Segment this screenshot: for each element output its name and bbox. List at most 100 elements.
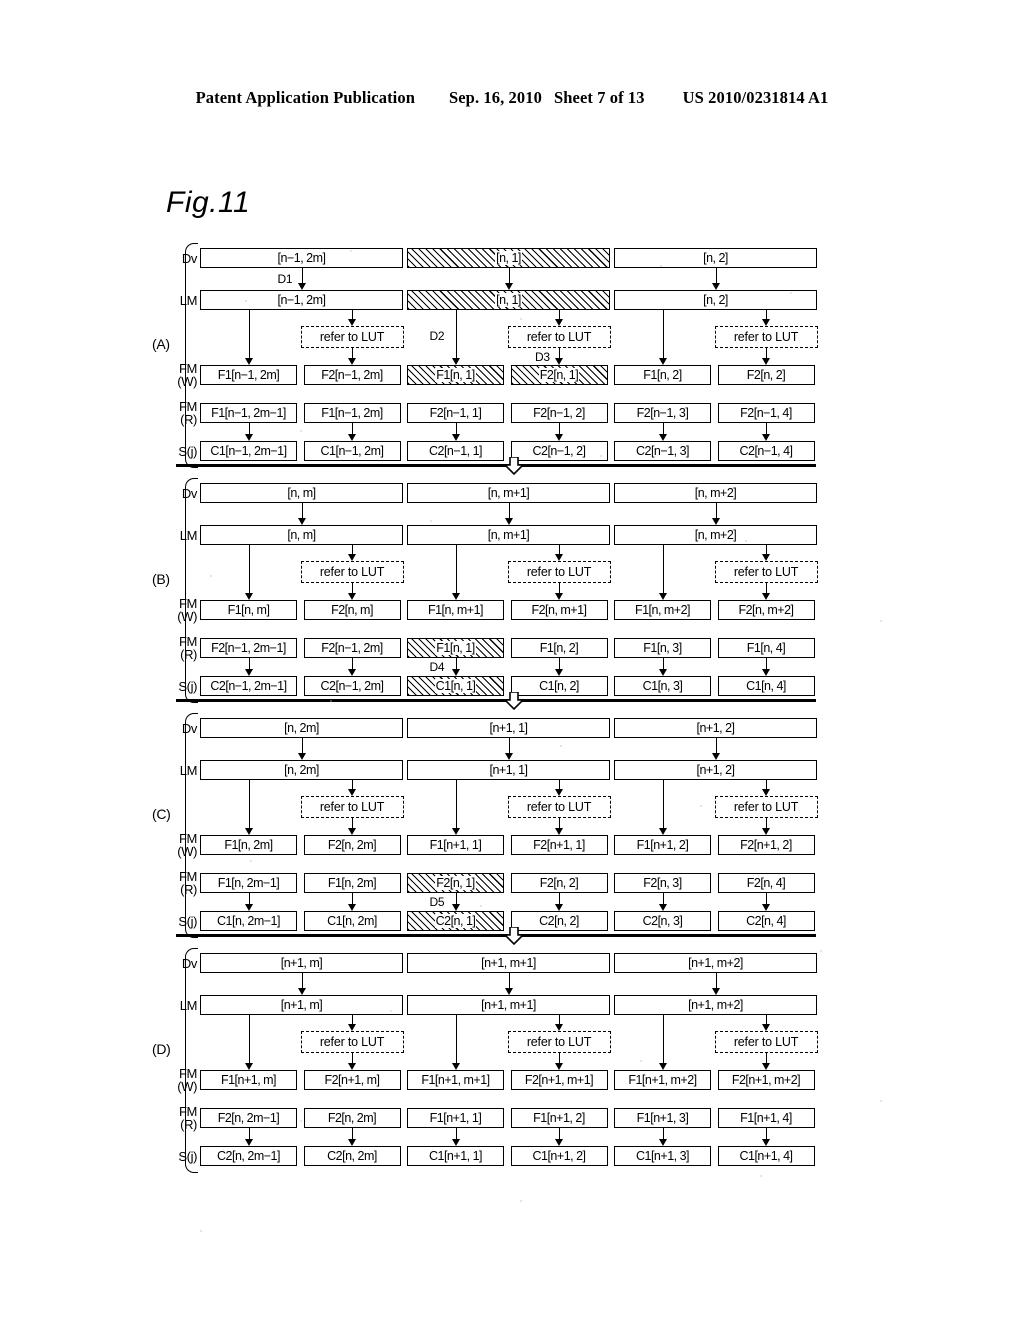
fmw-box: F1[n+1, 2] <box>614 835 711 855</box>
lm-box: [n, 1] <box>407 290 610 310</box>
scan-speck <box>480 905 482 907</box>
row-label-lm: LM <box>179 528 198 543</box>
fmr-box: F2[n−1, 3] <box>614 403 711 423</box>
lm-to-fmw-arrow-left-head <box>658 1063 667 1070</box>
box-label: C1[n−1, 2m] <box>320 444 384 458</box>
box-label: F1[n−1, 2m] <box>321 406 383 420</box>
box-label: F2[n−1, 2m] <box>321 641 383 655</box>
lm-to-lut-arrow-head <box>348 1024 356 1031</box>
lm-to-fmw-arrow-left-line <box>248 1019 250 1064</box>
scan-speck <box>330 700 332 702</box>
dv-to-lm-arrow-line <box>715 973 717 989</box>
row-label-fmr: FM (R) <box>179 869 197 897</box>
sj-box: C1[n+1, 3] <box>614 1146 711 1166</box>
sj-box: C1[n, 1] <box>407 676 504 696</box>
dv-box: [n, 2m] <box>200 718 403 738</box>
dv-to-lm-arrow-line <box>508 503 510 519</box>
box-label: [n−1, 2m] <box>277 251 326 265</box>
row-label-dv: Dv <box>181 721 197 736</box>
fmw-box: F1[n, 2] <box>614 365 711 385</box>
box-label: F1[n, 2] <box>539 641 579 655</box>
annotation-d5: D5 <box>429 895 445 909</box>
lut-to-fmw-arrow-head <box>348 1063 356 1070</box>
box-label: F2[n−1, 2] <box>533 406 585 420</box>
scan-speck <box>520 318 522 320</box>
lut-to-fmw-arrow-head <box>762 1063 770 1070</box>
box-label: [n, m+1] <box>487 528 530 542</box>
refer-to-lut-box: refer to LUT <box>300 796 404 818</box>
row-label-fmw: FM (W) <box>177 1066 197 1094</box>
separator-down-arrow-1 <box>504 457 524 475</box>
box-label: [n+1, 2] <box>696 721 735 735</box>
lm-to-lut-arrow-head <box>762 554 770 561</box>
box-label: F1[n, 1] <box>435 368 476 382</box>
box-label: F2[n+1, m] <box>324 1073 380 1087</box>
fmr-box: F2[n, 2m] <box>303 1108 401 1128</box>
dv-to-lm-arrow-line <box>715 738 717 754</box>
dv-to-lm-arrow-line <box>508 268 510 284</box>
lm-to-lut-arrow-head <box>348 789 356 796</box>
box-label: [n+1, m+2] <box>688 998 743 1012</box>
refer-to-lut-box: refer to LUT <box>507 1031 611 1053</box>
dv-to-lm-arrow-line <box>508 973 510 989</box>
row-label-sj: S(j) <box>178 444 197 459</box>
lut-to-fmw-arrow-head <box>762 358 770 365</box>
box-label: C2[n, 2m−1] <box>217 1149 280 1163</box>
box-label: F1[n, 2m] <box>224 838 273 852</box>
fmr-box: F2[n−1, 4] <box>717 403 815 423</box>
box-label: F2[n, m+2] <box>738 603 794 617</box>
fmr-to-sj-arrow-head <box>451 434 460 441</box>
box-label: F1[n+1, 4] <box>740 1111 792 1125</box>
lm-box: [n, 2] <box>614 290 817 310</box>
lm-to-fmw-arrow-left-head <box>451 358 460 365</box>
fmr-to-sj-arrow-head <box>244 904 253 911</box>
fmw-box: F2[n+1, m] <box>303 1070 401 1090</box>
box-label: C2[n−1, 3] <box>635 444 690 458</box>
scan-speck <box>245 300 247 302</box>
box-label: C2[n, 4] <box>746 914 786 928</box>
box-label: C2[n, 3] <box>642 914 683 928</box>
sj-box: C2[n−1, 2] <box>510 441 608 461</box>
fmr-box: F2[n−1, 2] <box>510 403 608 423</box>
row-label-lm: LM <box>179 763 198 778</box>
scan-speck <box>600 455 602 457</box>
lm-to-lut-arrow-head <box>762 789 770 796</box>
sj-box: C2[n−1, 1] <box>407 441 504 461</box>
box-label: [n, 1] <box>495 293 522 307</box>
dv-to-lm-arrow-head <box>297 988 306 995</box>
section-bracket-a <box>185 243 198 468</box>
sj-box: C2[n, 4] <box>717 911 815 931</box>
box-label: F2[n+1, m+2] <box>731 1073 801 1087</box>
fmw-box: F2[n, 2m] <box>303 835 401 855</box>
box-label: C1[n+1, 4] <box>739 1149 793 1163</box>
lm-to-lut-arrow-head <box>555 554 563 561</box>
refer-to-lut-box: refer to LUT <box>714 796 818 818</box>
lut-label: refer to LUT <box>526 330 592 344</box>
scan-speck <box>560 745 562 747</box>
box-label: [n, m+2] <box>694 528 737 542</box>
box-label: F1[n, 2] <box>643 368 682 382</box>
lm-to-fmw-arrow-left-line <box>662 784 664 829</box>
fmw-box: F2[n+1, 1] <box>510 835 608 855</box>
fmr-box: F2[n−1, 1] <box>407 403 504 423</box>
box-label: F2[n, 2m−1] <box>217 1111 280 1125</box>
lm-to-fmw-arrow-left-line <box>455 549 457 594</box>
section-bracket-b <box>185 478 198 703</box>
separator-down-arrow-2 <box>504 692 524 710</box>
box-label: C2[n−1, 4] <box>739 444 793 458</box>
section-bracket-d <box>185 948 198 1173</box>
box-label: F1[n+1, 1] <box>429 838 482 852</box>
box-label: [n−1, 2m] <box>277 293 326 307</box>
fmw-box: F2[n+1, m+1] <box>510 1070 608 1090</box>
fmr-to-sj-arrow-head <box>348 669 356 676</box>
fmw-box: F1[n−1, 2m] <box>200 365 297 385</box>
lm-box: [n+1, m+2] <box>614 995 817 1015</box>
fmr-box: F1[n, 3] <box>614 638 711 658</box>
box-label: F1[n, 2m−1] <box>217 876 280 890</box>
box-label: F1[n+1, m+2] <box>628 1073 697 1087</box>
row-label-lm: LM <box>179 293 198 308</box>
scan-speck <box>520 1200 522 1202</box>
fmr-to-sj-arrow-head <box>555 434 563 441</box>
box-label: C1[n, 1] <box>434 679 477 693</box>
dv-to-lm-arrow-line <box>508 738 510 754</box>
